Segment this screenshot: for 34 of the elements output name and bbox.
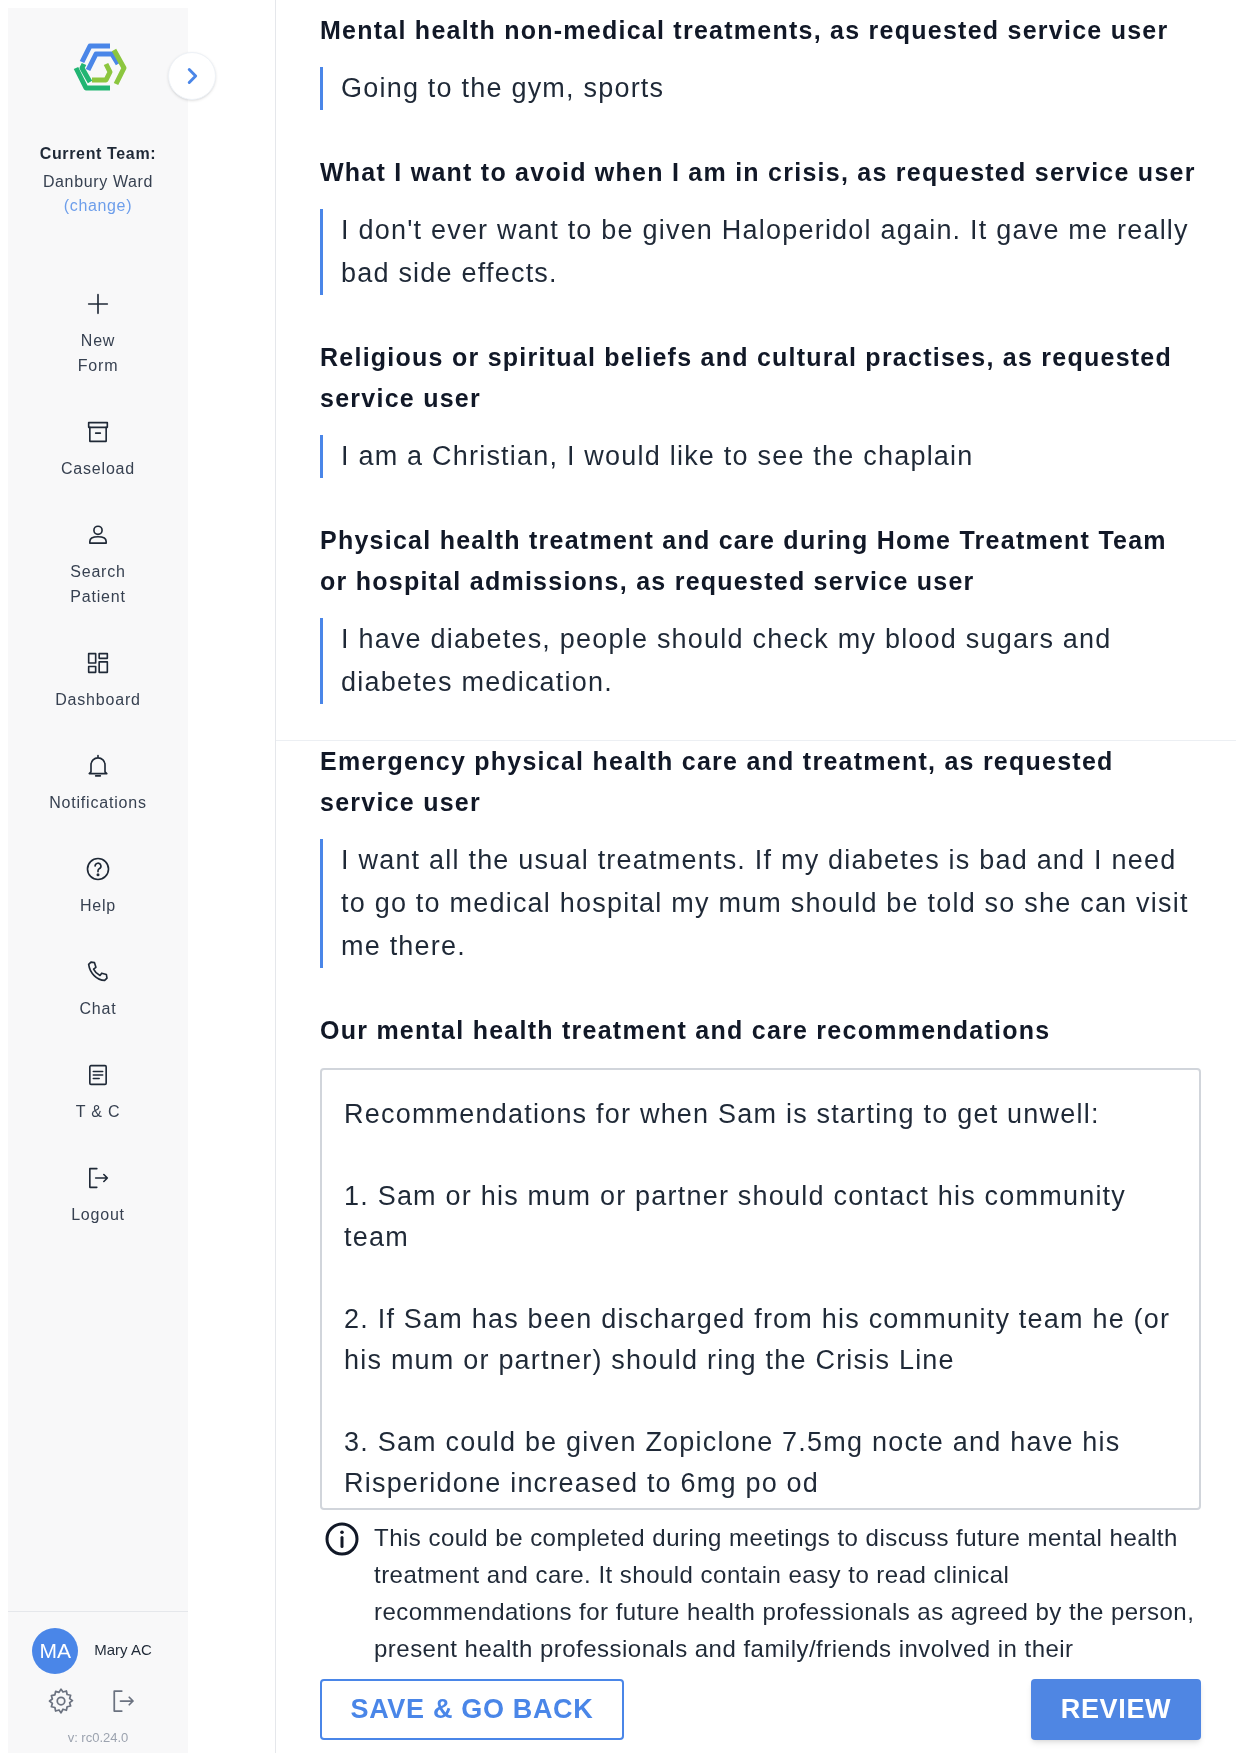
nav-item[interactable]: Search Patient (70, 521, 126, 609)
nav-item[interactable]: Chat (79, 958, 117, 1021)
answer-text: I don't ever want to be given Haloperidol again. It gave me really bad side effects. (320, 209, 1202, 295)
recommendations-text-area[interactable]: Recommendations for when Sam is starting to get unwell: 1. Sam or his mum or partner should contact his community team 2. If Sam has been discharged from his community team he (or his mum or partner) should ring the Crisis Line 3. Sam could be given Zopiclone 7.5mg nocte and have his Risperidone increased to 6mg po od (320, 1068, 1201, 1510)
question-heading: Religious or spiritual beliefs and cultural practises, as requested service user (320, 342, 1174, 414)
nav-item[interactable]: T & C (75, 1061, 121, 1124)
info-text: This could be completed during meetings to discuss future mental health treatment and care. It should contain easy to read clinical recommendations for future health professionals as agreed by the person, present health professionals and family/friends involved in their (374, 1523, 1196, 1664)
nav-item[interactable]: Dashboard (55, 649, 141, 712)
info-icon (324, 1521, 360, 1557)
answer-text: Going to the gym, sports (320, 67, 1202, 110)
nav-item[interactable]: Logout (71, 1164, 125, 1227)
user-name: Mary AC (94, 1640, 152, 1661)
team-name: Danbury Ward (42, 172, 154, 192)
question-heading: What I want to avoid when I am in crisis, as requested service user (320, 157, 1197, 188)
answer-text: I have diabetes, people should check my blood sugars and diabetes medication. (320, 618, 1202, 704)
question-heading: Our mental health treatment and care recommendations (320, 1015, 1052, 1046)
question-heading: Mental health non-medical treatments, as requested service user (320, 15, 1170, 46)
team-label: Current Team: (39, 144, 157, 164)
answer-text: I am a Christian, I would like to see the chaplain (320, 435, 1202, 478)
nav-item[interactable]: Caseload (61, 418, 135, 481)
expand-sidebar-button[interactable] (168, 52, 216, 100)
settings-icon (46, 1685, 76, 1716)
version-label: v: rc0.24.0 (67, 1728, 129, 1747)
settings-button[interactable] (46, 1685, 76, 1716)
save-and-go-back-button[interactable]: SAVE & GO BACK (320, 1679, 624, 1740)
nav-item[interactable]: New Form (77, 290, 119, 378)
question-heading: Emergency physical health care and treatment, as requested service user (320, 746, 1115, 818)
answer-text: I want all the usual treatments. If my diabetes is bad and I need to go to medical hospital my mum should be told so she can visit me there. (320, 839, 1202, 968)
nav-item[interactable]: Help (79, 855, 117, 918)
help-icon (84, 855, 112, 883)
review-button[interactable]: REVIEW (1031, 1679, 1201, 1740)
question-heading: Physical health treatment and care during Home Treatment Team or hospital admissions, as requested service user (320, 525, 1168, 597)
nav-item[interactable]: Notifications (49, 752, 147, 815)
user-avatar[interactable]: MA (32, 1627, 79, 1674)
